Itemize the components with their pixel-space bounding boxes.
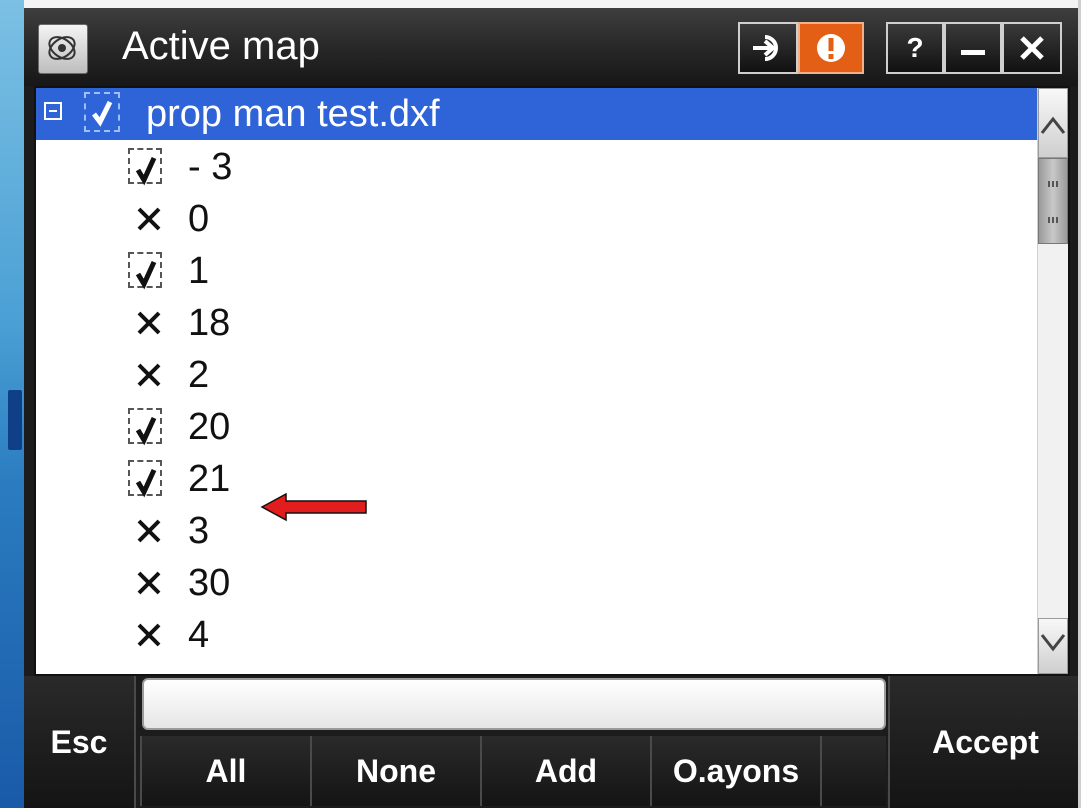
desktop-background-strip xyxy=(0,0,24,808)
layer-checkbox[interactable] xyxy=(128,252,162,290)
layer-checkbox[interactable] xyxy=(128,460,162,498)
layer-row[interactable]: 20 xyxy=(36,402,1036,454)
status-input[interactable] xyxy=(142,678,886,730)
layer-checkbox[interactable] xyxy=(128,408,162,446)
chevron-down-icon xyxy=(1040,634,1066,652)
layer-label: 3 xyxy=(188,510,210,552)
chevron-up-icon xyxy=(1040,116,1066,134)
layer-visibility-toggle[interactable] xyxy=(128,508,170,554)
scroll-up-button[interactable] xyxy=(1038,88,1068,158)
softkey-bar: Esc All None Add O.ayons Accept xyxy=(24,676,1081,808)
layer-label: 2 xyxy=(188,354,210,396)
exclamation-icon xyxy=(817,34,845,62)
layer-row[interactable]: - 3 xyxy=(36,142,1036,194)
title-bar: Active map ? xyxy=(24,8,1081,86)
login-arrow-icon xyxy=(753,35,778,61)
all-button[interactable]: All xyxy=(140,736,310,806)
layer-label: - 3 xyxy=(188,146,233,188)
help-button[interactable]: ? xyxy=(886,22,944,74)
cross-icon xyxy=(137,519,161,543)
check-icon xyxy=(135,416,157,446)
help-icon: ? xyxy=(906,32,924,63)
layer-row[interactable]: 2 xyxy=(36,350,1036,402)
layer-row[interactable]: 0 xyxy=(36,194,1036,246)
active-map-window: Active map ? prop man test.dxf - 3 0 1 1… xyxy=(24,8,1081,808)
collapse-toggle-icon[interactable] xyxy=(44,102,62,120)
app-logo-icon[interactable] xyxy=(38,24,88,74)
layer-row[interactable]: 30 xyxy=(36,558,1036,610)
empty-softkey xyxy=(820,736,886,806)
options-button[interactable]: O.ayons xyxy=(650,736,820,806)
red-arrow-icon xyxy=(260,492,367,522)
layer-label: 4 xyxy=(188,614,210,656)
layer-label: 1 xyxy=(188,250,210,292)
layer-row[interactable]: 1 xyxy=(36,246,1036,298)
tree-root-row[interactable]: prop man test.dxf xyxy=(36,88,1039,140)
none-button[interactable]: None xyxy=(310,736,480,806)
layer-row[interactable]: 21 xyxy=(36,454,1036,506)
layer-row[interactable]: 18 xyxy=(36,298,1036,350)
check-icon xyxy=(135,156,157,186)
cross-icon xyxy=(137,363,161,387)
layer-label: 30 xyxy=(188,562,231,604)
window-title: Active map xyxy=(122,24,320,68)
alert-button[interactable] xyxy=(798,22,864,74)
minimize-icon xyxy=(961,50,985,55)
layer-row[interactable]: 3 xyxy=(36,506,1036,558)
grip-icon xyxy=(1048,181,1058,187)
scroll-down-button[interactable] xyxy=(1038,618,1068,674)
layer-label: 18 xyxy=(188,302,231,344)
layer-label: 21 xyxy=(188,458,231,500)
check-icon xyxy=(92,100,113,127)
check-icon xyxy=(135,260,157,290)
add-button[interactable]: Add xyxy=(480,736,650,806)
accept-button[interactable]: Accept xyxy=(888,676,1081,808)
layer-tree-list[interactable]: prop man test.dxf - 3 0 1 18 2 20 21 3 3… xyxy=(34,86,1070,676)
scroll-thumb[interactable] xyxy=(1038,158,1068,244)
desktop-taskbar-marker xyxy=(8,390,22,450)
cross-icon xyxy=(137,207,161,231)
layer-label: 20 xyxy=(188,406,231,448)
vertical-scrollbar[interactable] xyxy=(1037,88,1068,674)
tree-root-label: prop man test.dxf xyxy=(146,93,440,135)
close-button[interactable] xyxy=(1002,22,1062,74)
login-button[interactable] xyxy=(738,22,798,74)
esc-button[interactable]: Esc xyxy=(24,676,136,808)
top-edge xyxy=(24,0,1081,8)
root-checkbox[interactable] xyxy=(84,92,120,132)
layer-visibility-toggle[interactable] xyxy=(128,196,170,242)
grip-icon xyxy=(1048,217,1058,223)
close-icon xyxy=(1020,36,1044,60)
cross-icon xyxy=(137,571,161,595)
minimize-button[interactable] xyxy=(944,22,1002,74)
layer-visibility-toggle[interactable] xyxy=(128,352,170,398)
layer-checkbox[interactable] xyxy=(128,148,162,186)
cross-icon xyxy=(137,623,161,647)
layer-visibility-toggle[interactable] xyxy=(128,300,170,346)
layer-label: 0 xyxy=(188,198,210,240)
cross-icon xyxy=(137,311,161,335)
layer-visibility-toggle[interactable] xyxy=(128,560,170,606)
check-icon xyxy=(135,468,157,498)
layer-visibility-toggle[interactable] xyxy=(128,612,170,658)
layer-row[interactable]: 4 xyxy=(36,610,1036,662)
